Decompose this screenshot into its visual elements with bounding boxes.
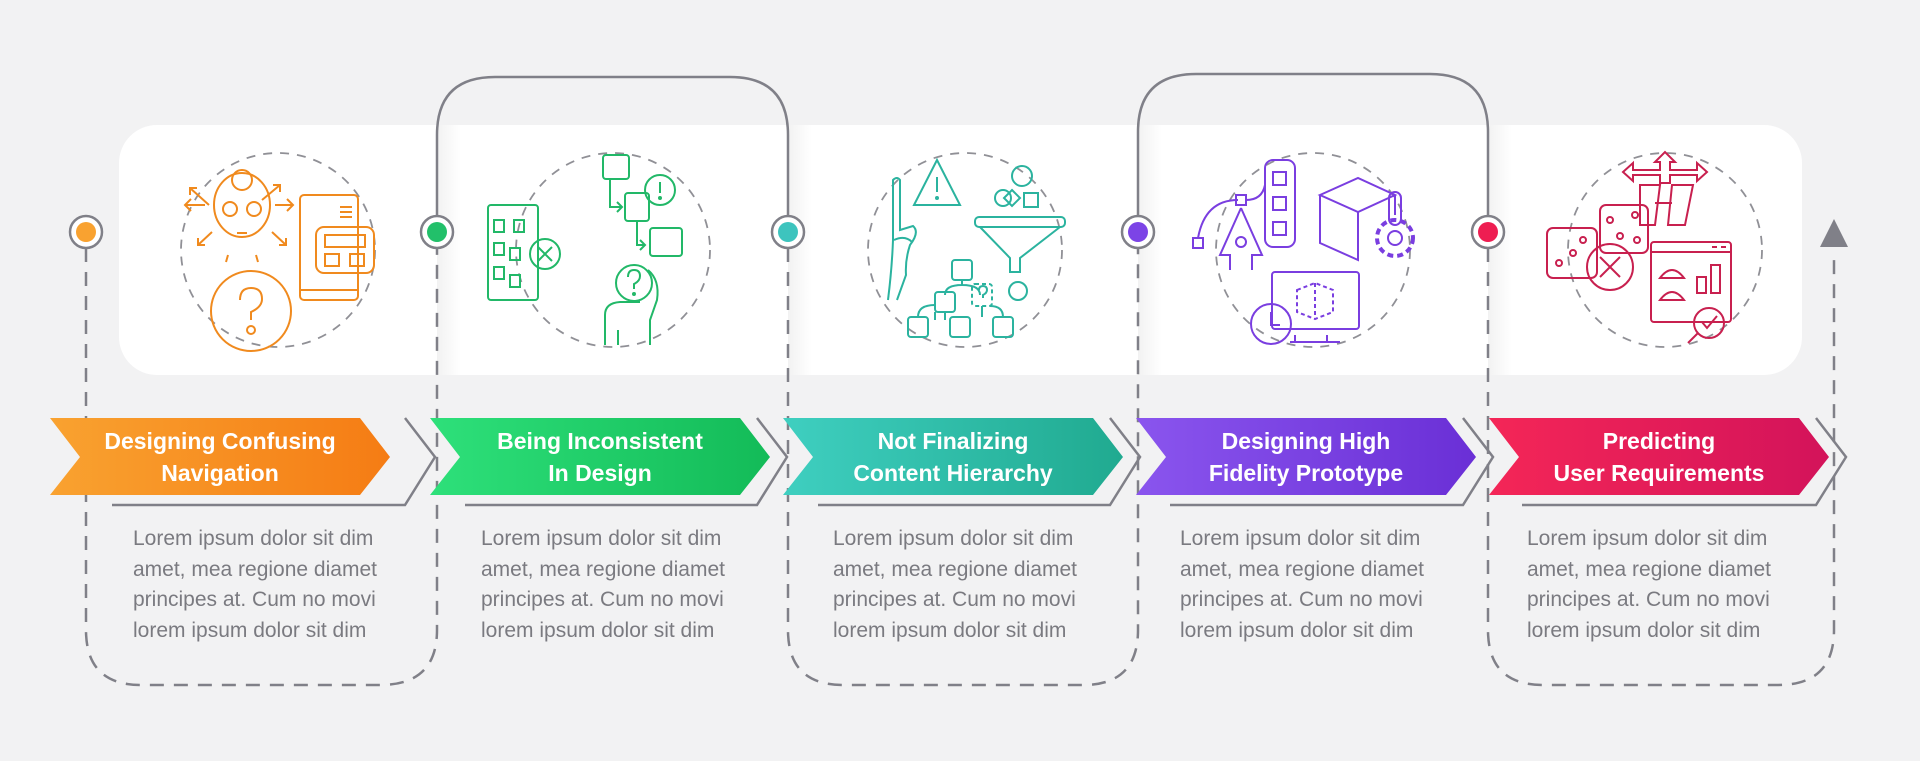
description-line: lorem ipsum dolor sit dim bbox=[1180, 618, 1414, 642]
description-line: Lorem ipsum dolor sit dim bbox=[833, 527, 1074, 550]
step-description: Lorem ipsum dolor sit dim amet, mea regi… bbox=[1527, 524, 1817, 646]
timeline-node bbox=[419, 214, 455, 250]
timeline-node bbox=[770, 214, 806, 250]
description-line: lorem ipsum dolor sit dim bbox=[833, 618, 1067, 642]
step-description: Lorem ipsum dolor sit dim amet, mea regi… bbox=[1180, 524, 1470, 646]
step-title-line: Being Inconsistent bbox=[497, 428, 703, 454]
step-description: Lorem ipsum dolor sit dim amet, mea regi… bbox=[133, 524, 423, 646]
description-line: principes at. Cum no movi bbox=[481, 588, 724, 611]
step-title: Designing Confusing Navigation bbox=[75, 425, 365, 489]
diagram-foreground bbox=[50, 72, 1848, 687]
infographic: Designing Confusing Navigation Being Inco… bbox=[0, 0, 1920, 761]
description-line: lorem ipsum dolor sit dim bbox=[133, 618, 367, 642]
inconsistent-flowchart-icon bbox=[487, 152, 711, 348]
timeline-node bbox=[1120, 214, 1156, 250]
step-title-line: Content Hierarchy bbox=[853, 460, 1053, 486]
step-title: Not Finalizing Content Hierarchy bbox=[808, 425, 1098, 489]
confused-person-navigation-icon bbox=[180, 152, 376, 352]
description-line: amet, mea regione diamet bbox=[133, 557, 377, 581]
step-title: Predicting User Requirements bbox=[1514, 425, 1804, 489]
description-line: Lorem ipsum dolor sit dim bbox=[481, 527, 722, 550]
description-line: amet, mea regione diamet bbox=[481, 557, 725, 581]
step-title-line: Designing High bbox=[1221, 428, 1391, 454]
description-line: Lorem ipsum dolor sit dim bbox=[133, 527, 374, 550]
description-line: principes at. Cum no movi bbox=[833, 588, 1076, 611]
description-line: lorem ipsum dolor sit dim bbox=[1527, 618, 1761, 642]
step-title-line: Predicting bbox=[1602, 428, 1716, 454]
step-title-line: Not Finalizing bbox=[877, 428, 1029, 454]
description-line: amet, mea regione diamet bbox=[833, 557, 1077, 581]
high-fidelity-prototype-icon bbox=[1192, 152, 1415, 348]
description-line: amet, mea regione diamet bbox=[1527, 557, 1771, 581]
up-arrow-icon bbox=[1820, 219, 1848, 247]
predicting-requirements-icon bbox=[1546, 150, 1763, 348]
step-title: Designing High Fidelity Prototype bbox=[1161, 425, 1451, 489]
description-line: principes at. Cum no movi bbox=[1527, 588, 1770, 611]
timeline-node bbox=[68, 214, 104, 250]
step-description: Lorem ipsum dolor sit dim amet, mea regi… bbox=[833, 524, 1123, 646]
step-title-line: Fidelity Prototype bbox=[1208, 460, 1404, 486]
step-title: Being Inconsistent In Design bbox=[455, 425, 745, 489]
step-title-line: Navigation bbox=[161, 460, 279, 486]
description-line: amet, mea regione diamet bbox=[1180, 557, 1424, 581]
content-hierarchy-funnel-icon bbox=[867, 152, 1066, 348]
description-line: Lorem ipsum dolor sit dim bbox=[1527, 527, 1768, 550]
description-line: lorem ipsum dolor sit dim bbox=[481, 618, 715, 642]
timeline-node bbox=[1470, 214, 1506, 250]
top-connector-arc bbox=[1136, 72, 1490, 232]
step-title-line: Designing Confusing bbox=[104, 428, 336, 454]
step-description: Lorem ipsum dolor sit dim amet, mea regi… bbox=[481, 524, 771, 646]
description-line: Lorem ipsum dolor sit dim bbox=[1180, 527, 1421, 550]
step-title-line: In Design bbox=[548, 460, 652, 486]
description-line: principes at. Cum no movi bbox=[133, 588, 376, 611]
step-title-line: User Requirements bbox=[1553, 460, 1765, 486]
description-line: principes at. Cum no movi bbox=[1180, 588, 1423, 611]
